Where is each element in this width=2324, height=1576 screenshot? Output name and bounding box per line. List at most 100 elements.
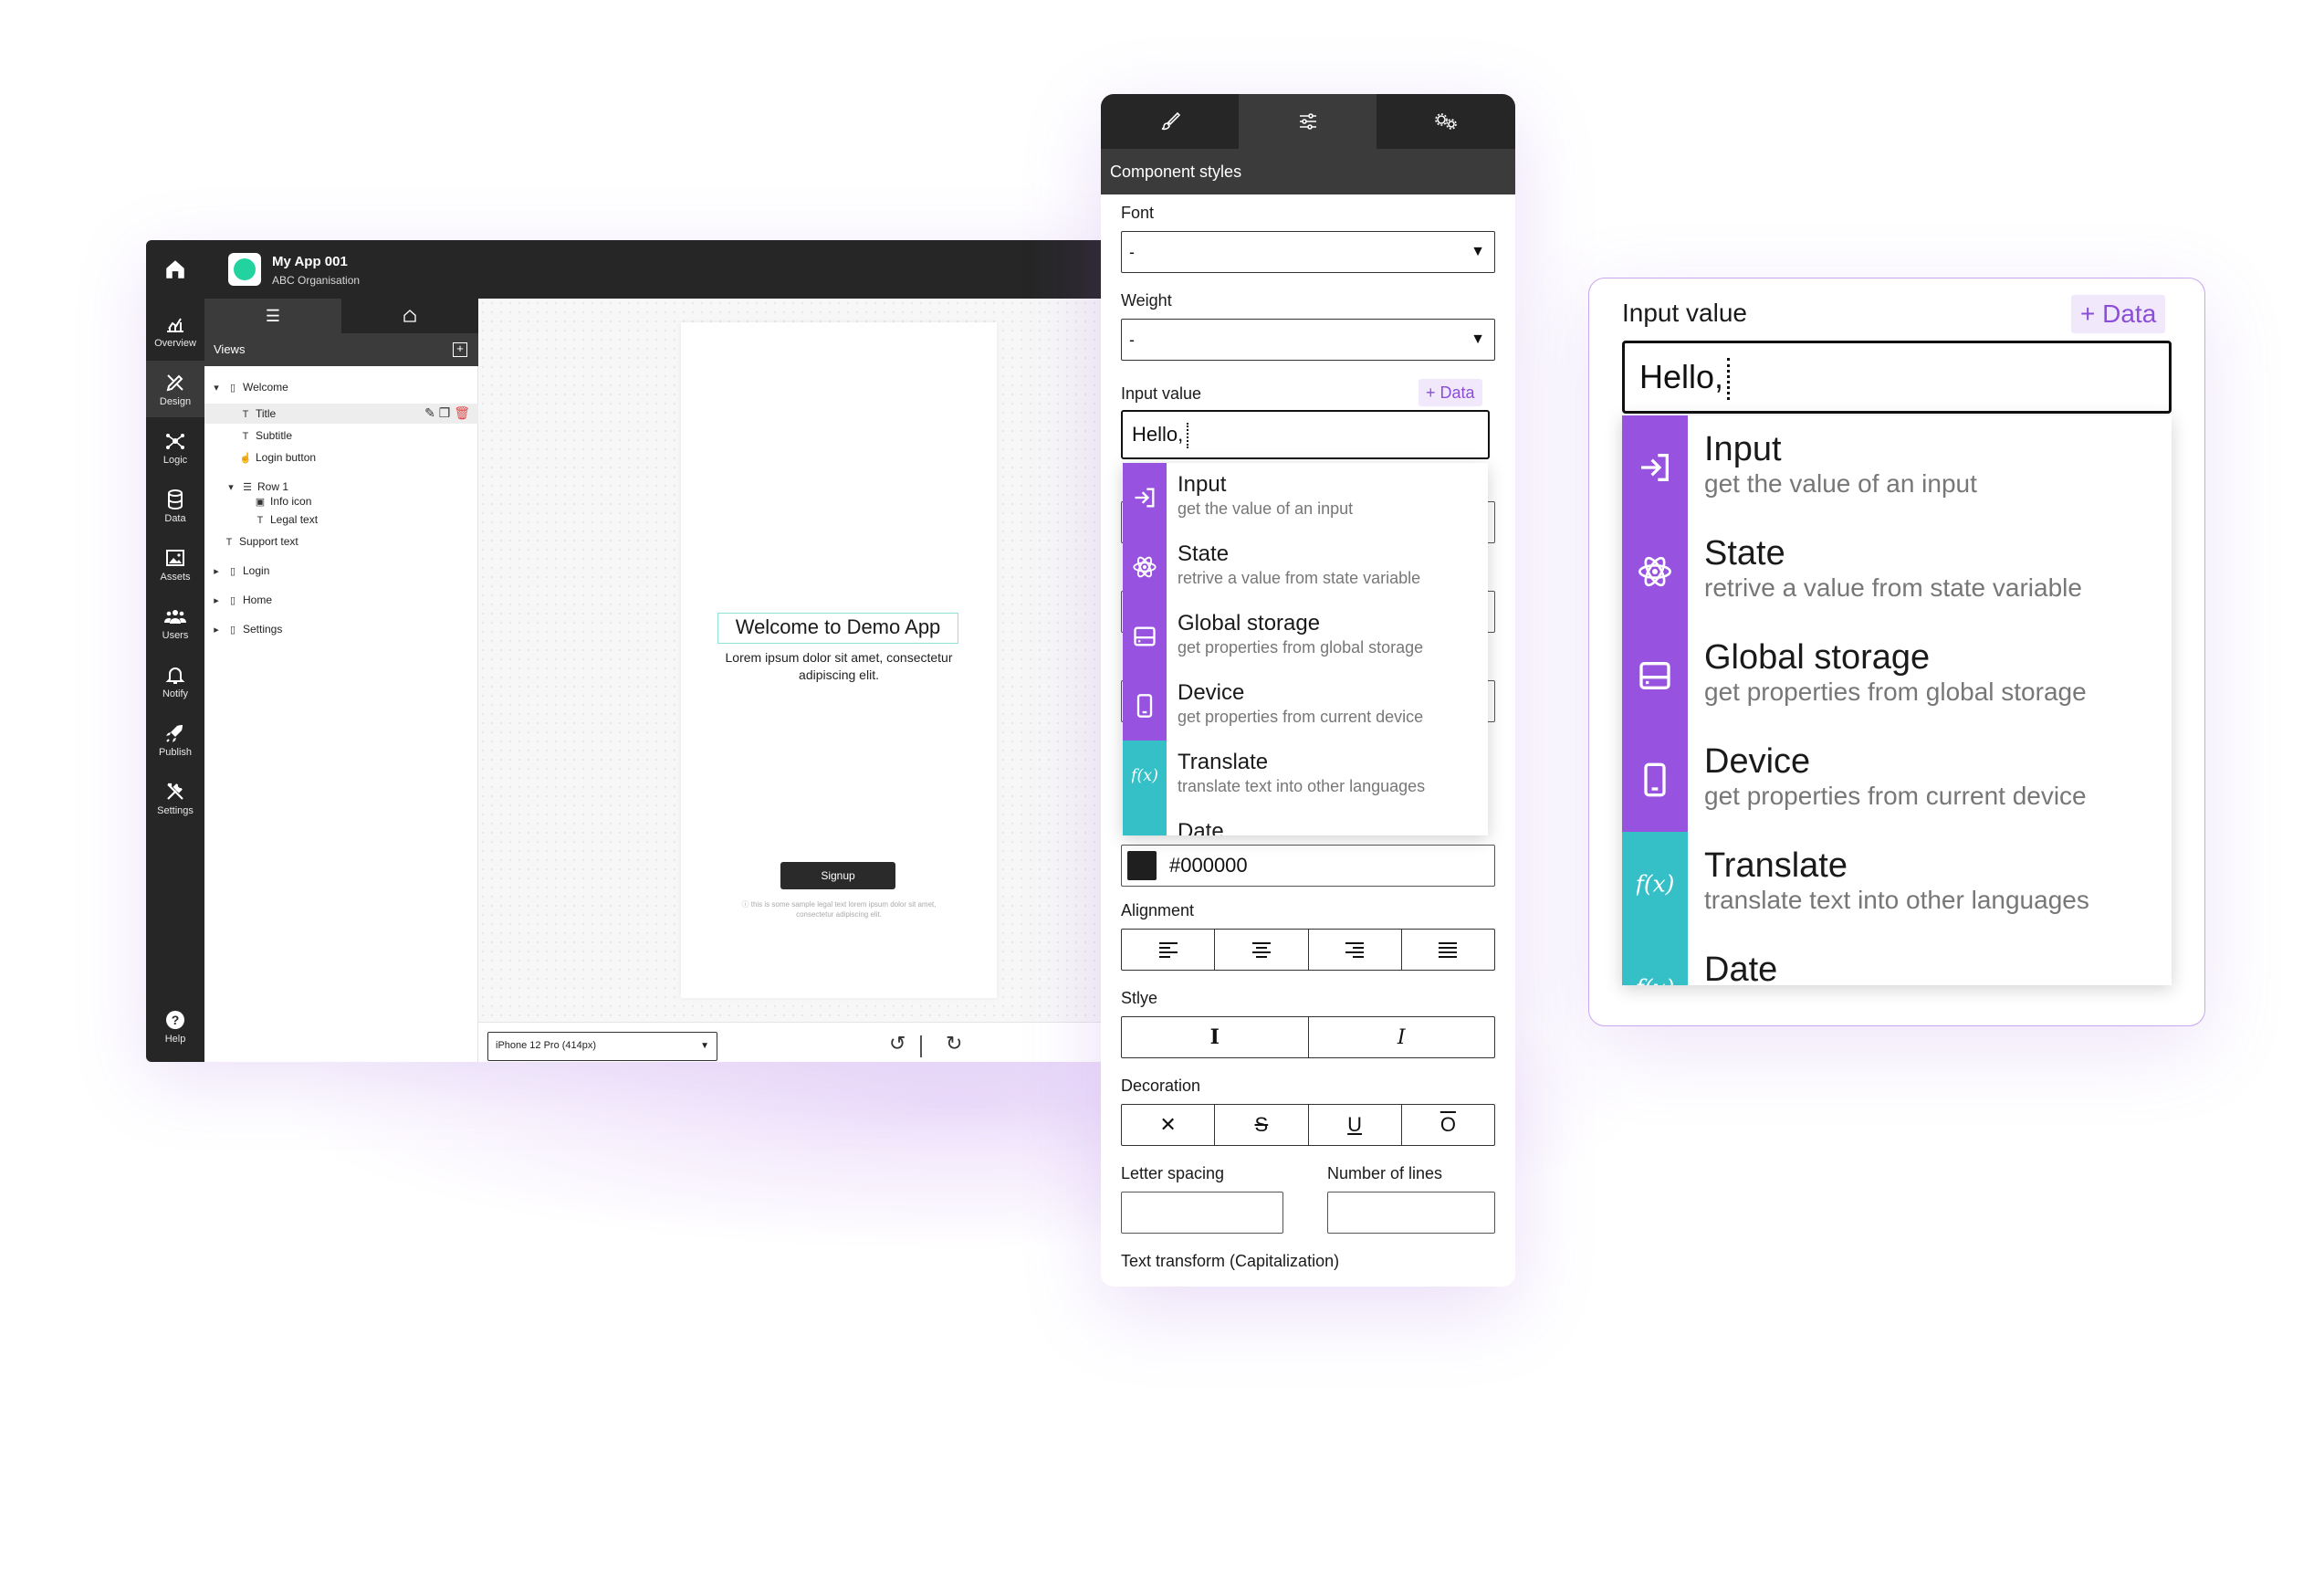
- tree-node-login[interactable]: ▸ ▯ Login: [210, 561, 269, 581]
- rail-settings[interactable]: Settings: [146, 770, 204, 826]
- preview-legal-text[interactable]: ⓘ this is some sample legal text lorem i…: [736, 899, 942, 919]
- data-source-option[interactable]: f(x) Date: [1622, 936, 2172, 985]
- bell-icon: [165, 667, 185, 684]
- italic-button[interactable]: I: [1309, 1017, 1495, 1057]
- tree-node-login-button[interactable]: ☝ Login button: [239, 447, 316, 468]
- redo-icon[interactable]: ↻: [946, 1032, 962, 1056]
- tree-node-info-icon[interactable]: ▣ Info icon: [254, 491, 312, 511]
- align-center-button[interactable]: [1215, 930, 1309, 970]
- data-source-option[interactable]: State retrive a value from state variable: [1622, 520, 2172, 624]
- rail-help[interactable]: ? Help: [146, 998, 204, 1055]
- rail-design[interactable]: Design: [146, 361, 204, 417]
- data-source-option[interactable]: f(x) Translate translate text into other l…: [1123, 741, 1488, 810]
- tab-properties[interactable]: [1239, 94, 1377, 149]
- tab-layers[interactable]: ☰: [204, 299, 341, 333]
- sliders-icon: [1299, 113, 1316, 130]
- zoom-add-data-button[interactable]: + Data: [2071, 295, 2166, 333]
- no-decoration-button[interactable]: ✕: [1122, 1105, 1216, 1145]
- home-button[interactable]: [146, 240, 204, 299]
- rail-notify[interactable]: Notify: [146, 653, 204, 709]
- data-source-option[interactable]: Global storage get properties from global…: [1622, 624, 2172, 728]
- color-field[interactable]: #000000: [1121, 845, 1495, 887]
- rail-overview[interactable]: Overview: [146, 302, 204, 359]
- caret-down-icon: ▼: [1471, 244, 1485, 259]
- svg-text:f(x): f(x): [1637, 974, 1673, 985]
- data-source-option[interactable]: Device get properties from current device: [1123, 671, 1488, 741]
- option-title: Global storage: [1704, 638, 1931, 677]
- data-source-option[interactable]: Global storage get properties from global…: [1123, 602, 1488, 671]
- data-source-option[interactable]: State retrive a value from state variable: [1123, 532, 1488, 602]
- option-text: Translate translate text into other langu…: [1167, 741, 1425, 810]
- data-source-option[interactable]: Input get the value of an input: [1622, 415, 2172, 520]
- rail-assets[interactable]: Assets: [146, 536, 204, 593]
- stage: Overview Design Logic Data Assets Users: [0, 0, 2324, 1576]
- tree-node-settings[interactable]: ▸ ▯ Settings: [210, 619, 282, 639]
- input-value-field[interactable]: Hello,: [1121, 410, 1490, 459]
- tree-node-legal-text[interactable]: T Legal text: [254, 510, 318, 530]
- option-description: get the value of an input: [1704, 469, 1977, 498]
- option-description: get properties from global storage: [1704, 678, 2087, 706]
- lines-label: Number of lines: [1327, 1164, 1443, 1182]
- tree-node-subtitle[interactable]: T Subtitle: [239, 426, 292, 446]
- device-select[interactable]: iPhone 12 Pro (414px) ▼: [487, 1032, 717, 1061]
- font-select[interactable]: - ▼: [1121, 231, 1495, 273]
- rail-label: Data: [164, 512, 186, 524]
- rail-data[interactable]: Data: [146, 478, 204, 534]
- copy-icon[interactable]: ❐: [439, 405, 451, 420]
- option-title: Input: [1704, 430, 1782, 468]
- design-canvas[interactable]: Welcome to Demo App Lorem ipsum dolor si…: [478, 299, 1104, 1022]
- tab-styles[interactable]: [1101, 94, 1239, 149]
- tab-home[interactable]: [341, 299, 478, 333]
- data-source-option[interactable]: Device get properties from current device: [1622, 728, 2172, 832]
- app-logo: [228, 253, 261, 286]
- option-text: Date: [1688, 936, 1777, 985]
- rail-users[interactable]: Users: [146, 594, 204, 651]
- input-arrow-icon: [1622, 415, 1688, 520]
- data-source-option[interactable]: Input get the value of an input: [1123, 463, 1488, 532]
- rail-logic[interactable]: Logic: [146, 419, 204, 476]
- rail-label: Settings: [157, 804, 194, 816]
- trash-icon[interactable]: 🗑: [454, 405, 470, 420]
- rail-label: Assets: [160, 571, 191, 583]
- option-description: get the value of an input: [1178, 499, 1354, 518]
- preview-title[interactable]: Welcome to Demo App: [717, 613, 958, 644]
- data-source-option[interactable]: f(x) Translate translate text into other l…: [1622, 832, 2172, 936]
- add-data-button[interactable]: + Data: [1418, 379, 1482, 406]
- undo-icon[interactable]: ↺: [889, 1032, 906, 1056]
- rail-publish[interactable]: Publish: [146, 711, 204, 768]
- option-title: Global storage: [1178, 611, 1321, 636]
- phone-preview: Welcome to Demo App Lorem ipsum dolor si…: [681, 322, 997, 998]
- option-text: Device get properties from current device: [1688, 728, 2087, 832]
- data-source-option[interactable]: f(x) Date: [1123, 810, 1488, 835]
- align-left-button[interactable]: [1122, 930, 1216, 970]
- letter-spacing-input[interactable]: [1121, 1192, 1283, 1234]
- align-right-button[interactable]: [1309, 930, 1402, 970]
- preview-subtitle[interactable]: Lorem ipsum dolor sit amet, consectetur …: [699, 649, 979, 684]
- weight-select[interactable]: - ▼: [1121, 319, 1495, 361]
- add-view-button[interactable]: +: [453, 342, 467, 357]
- align-justify-button[interactable]: [1402, 930, 1494, 970]
- zoom-input-field[interactable]: Hello,: [1622, 341, 2172, 414]
- tree-tabs: ☰: [204, 299, 478, 333]
- tree-node-support-text[interactable]: T Support text: [223, 531, 298, 552]
- underline-button[interactable]: U: [1309, 1105, 1402, 1145]
- chart-icon: [167, 317, 183, 332]
- normal-style-button[interactable]: I: [1122, 1017, 1309, 1057]
- input-value-label: Input value: [1121, 384, 1202, 403]
- overline-button[interactable]: O: [1402, 1105, 1494, 1145]
- color-swatch[interactable]: [1127, 851, 1157, 880]
- number-of-lines-input[interactable]: [1327, 1192, 1495, 1234]
- tree-node-home[interactable]: ▸ ▯ Home: [210, 590, 272, 610]
- decoration-label: Decoration: [1121, 1077, 1201, 1095]
- users-icon: [164, 609, 186, 624]
- font-style-group: I I: [1121, 1016, 1495, 1058]
- input-arrow-icon: [1123, 463, 1167, 532]
- panel-header: Component styles: [1101, 149, 1515, 194]
- rail-label: Design: [159, 395, 192, 407]
- strikethrough-button[interactable]: S: [1215, 1105, 1309, 1145]
- align-left-icon: [1158, 942, 1178, 958]
- tab-settings[interactable]: [1377, 94, 1514, 149]
- edit-icon[interactable]: ✎: [424, 405, 435, 420]
- tree-node-welcome[interactable]: ▾ ▯ Welcome: [210, 377, 288, 397]
- preview-signup-button[interactable]: Signup: [780, 862, 895, 889]
